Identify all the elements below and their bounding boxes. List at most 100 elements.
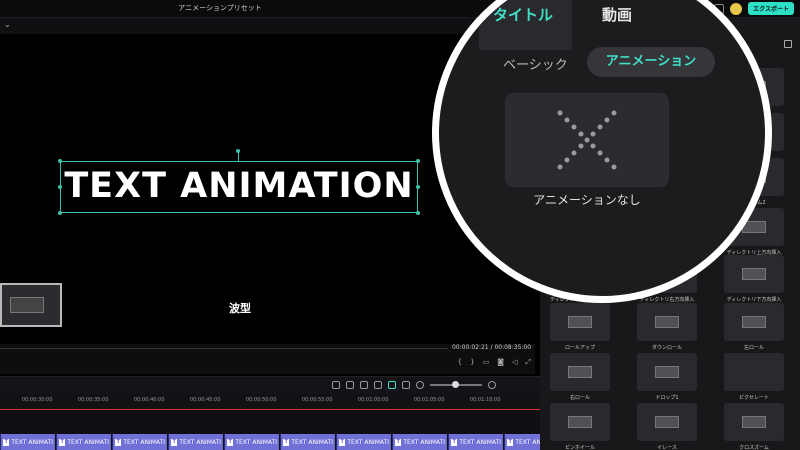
text-clip-icon: T	[339, 438, 346, 446]
preset-item[interactable]: ピクセレート	[724, 353, 784, 401]
link-icon[interactable]	[388, 381, 396, 389]
mark-in-icon[interactable]: {	[458, 358, 462, 367]
clip-label: TEXT ANIMATI	[347, 438, 389, 446]
preview-mini-thumbnail[interactable]	[0, 283, 62, 327]
ruler-tick: 00:01:00:00	[358, 397, 389, 403]
ruler-tick: 00:01:05:00	[414, 397, 445, 403]
preset-label: ダウンロール	[651, 345, 682, 351]
no-animation-label: アニメーションなし	[533, 193, 641, 207]
timeline-toolbar	[0, 376, 540, 394]
zoom-slider[interactable]	[430, 381, 482, 388]
timeline-clip[interactable]: T TEXT ANIMATI	[448, 434, 503, 450]
timeline-clip[interactable]: T TEXT ANIMATI	[392, 434, 447, 450]
preset-item[interactable]: イレース	[637, 403, 697, 450]
mini-thumb-content	[10, 297, 44, 313]
text-clip-icon: T	[451, 438, 458, 446]
preset-item[interactable]: ドロップ1	[637, 353, 697, 401]
text-clip-icon: T	[115, 438, 122, 446]
timeline-clip[interactable]: T TEXT ANIMATI	[336, 434, 391, 450]
tab-title[interactable]: タイトル	[493, 4, 553, 25]
ruler-tick: 00:00:35:00	[78, 397, 109, 403]
preset-thumbnail	[550, 353, 610, 391]
avatar[interactable]	[730, 2, 743, 15]
preset-item[interactable]: ディレクトリ下方向挿入	[724, 255, 784, 303]
volume-icon[interactable]: ◁	[512, 358, 517, 367]
mic-icon[interactable]	[360, 381, 368, 389]
timeline-clip[interactable]: T TEXT ANIMATI	[280, 434, 335, 450]
ruler-tick: 00:00:40:00	[134, 397, 165, 403]
preset-item[interactable]: ダウンロール	[637, 303, 697, 351]
clip-label: TEXT ANIMATI	[67, 438, 109, 446]
chevron-down-icon[interactable]: ⌄	[4, 20, 11, 29]
preset-thumb-shape	[568, 316, 592, 328]
preset-label: 右ロール	[569, 395, 590, 401]
timeline-clip[interactable]: T TEXT ANIMATI	[168, 434, 223, 450]
preset-thumbnail	[724, 403, 784, 441]
preset-thumb-shape	[655, 366, 679, 378]
total-time: / 00:08:35:00	[490, 344, 532, 351]
timeline-clip[interactable]: T TEXT ANIMATI	[112, 434, 167, 450]
window-title: アニメーションプリセット	[178, 4, 262, 12]
display-icon[interactable]: ▭	[483, 358, 490, 367]
shield-icon[interactable]	[346, 381, 354, 389]
tab-video[interactable]: 動画	[602, 4, 632, 25]
text-clip-icon: T	[227, 438, 234, 446]
preset-label: ピクセレート	[738, 395, 769, 401]
preset-thumbnail	[550, 403, 610, 441]
preset-thumbnail	[550, 303, 610, 341]
preset-item[interactable]: クロスズーム	[724, 403, 784, 450]
preset-label: イレース	[657, 445, 677, 450]
preset-item[interactable]: ロールアップ	[550, 303, 610, 351]
mark-out-icon[interactable]: }	[470, 358, 474, 367]
caption-icon[interactable]	[402, 381, 410, 389]
no-animation-icon	[557, 110, 617, 170]
text-clip-icon: T	[59, 438, 66, 446]
snapshot-icon[interactable]: ◙	[497, 358, 504, 367]
filter-animation[interactable]: アニメーション	[587, 47, 715, 77]
preview-text: TEXT ANIMATION	[64, 166, 414, 206]
preset-thumb-shape	[568, 366, 592, 378]
export-button[interactable]: エクスポート	[748, 2, 794, 15]
timeline-clip[interactable]: T TEXT ANIMATI	[56, 434, 111, 450]
zoom-in-icon[interactable]	[488, 381, 496, 389]
filter-basic[interactable]: ベーシック	[503, 54, 568, 73]
current-time: 00:00:02:21	[452, 344, 489, 351]
clip-label: TEXT ANIMATI	[235, 438, 277, 446]
zoom-knob[interactable]	[452, 381, 459, 388]
resize-handle-tr[interactable]	[416, 159, 420, 163]
ruler-tick: 00:00:55:00	[302, 397, 333, 403]
preset-caption: 波型	[229, 302, 251, 315]
resize-handle-bl[interactable]	[58, 211, 62, 215]
timeline-tracks: T TEXT ANIMATI T TEXT ANIMATI T TEXT ANIMATI T…	[0, 410, 559, 450]
preset-thumb-shape	[742, 416, 766, 428]
text-clip-icon: T	[283, 438, 290, 446]
preset-item[interactable]: ピンホイール	[550, 403, 610, 450]
timeline-ruler[interactable]: 00:00:30:00 00:00:35:00 00:00:40:00 00:00:4…	[0, 394, 540, 410]
preset-label: ピンホイール	[564, 445, 595, 450]
no-animation-card[interactable]	[505, 93, 669, 187]
zoom-out-icon[interactable]	[416, 381, 424, 389]
layers-icon[interactable]	[374, 381, 382, 389]
render-icon[interactable]	[332, 381, 340, 389]
timeline-clip[interactable]: T TEXT ANIMATI	[0, 434, 55, 450]
preset-label: ディレクトリ下方向挿入	[726, 297, 782, 303]
preset-thumb-shape	[568, 416, 592, 428]
preset-item[interactable]: 右ロール	[550, 353, 610, 401]
timeline-clip[interactable]: T TEXT ANIMATI	[224, 434, 279, 450]
preset-label: クロスズーム	[739, 445, 769, 450]
scrub-bar[interactable]	[0, 348, 448, 349]
fullscreen-icon[interactable]: ⤢	[525, 358, 531, 367]
clip-label: TEXT ANIMATI	[179, 438, 221, 446]
resize-handle-br[interactable]	[416, 211, 420, 215]
preset-item[interactable]: 左ロール	[724, 303, 784, 351]
preset-thumbnail	[637, 353, 697, 391]
ruler-tick: 00:00:45:00	[190, 397, 221, 403]
panel-settings-icon[interactable]	[784, 40, 792, 48]
ruler-tick: 00:01:10:00	[470, 397, 501, 403]
rotate-handle[interactable]	[236, 149, 240, 153]
preset-label: ドロップ1	[655, 395, 679, 401]
preview-subbar: ⌄	[0, 18, 535, 34]
timecode: 00:00:02:21 / 00:08:35:00	[452, 344, 531, 351]
preset-thumb-shape	[742, 316, 766, 328]
resize-handle-tl[interactable]	[58, 159, 62, 163]
